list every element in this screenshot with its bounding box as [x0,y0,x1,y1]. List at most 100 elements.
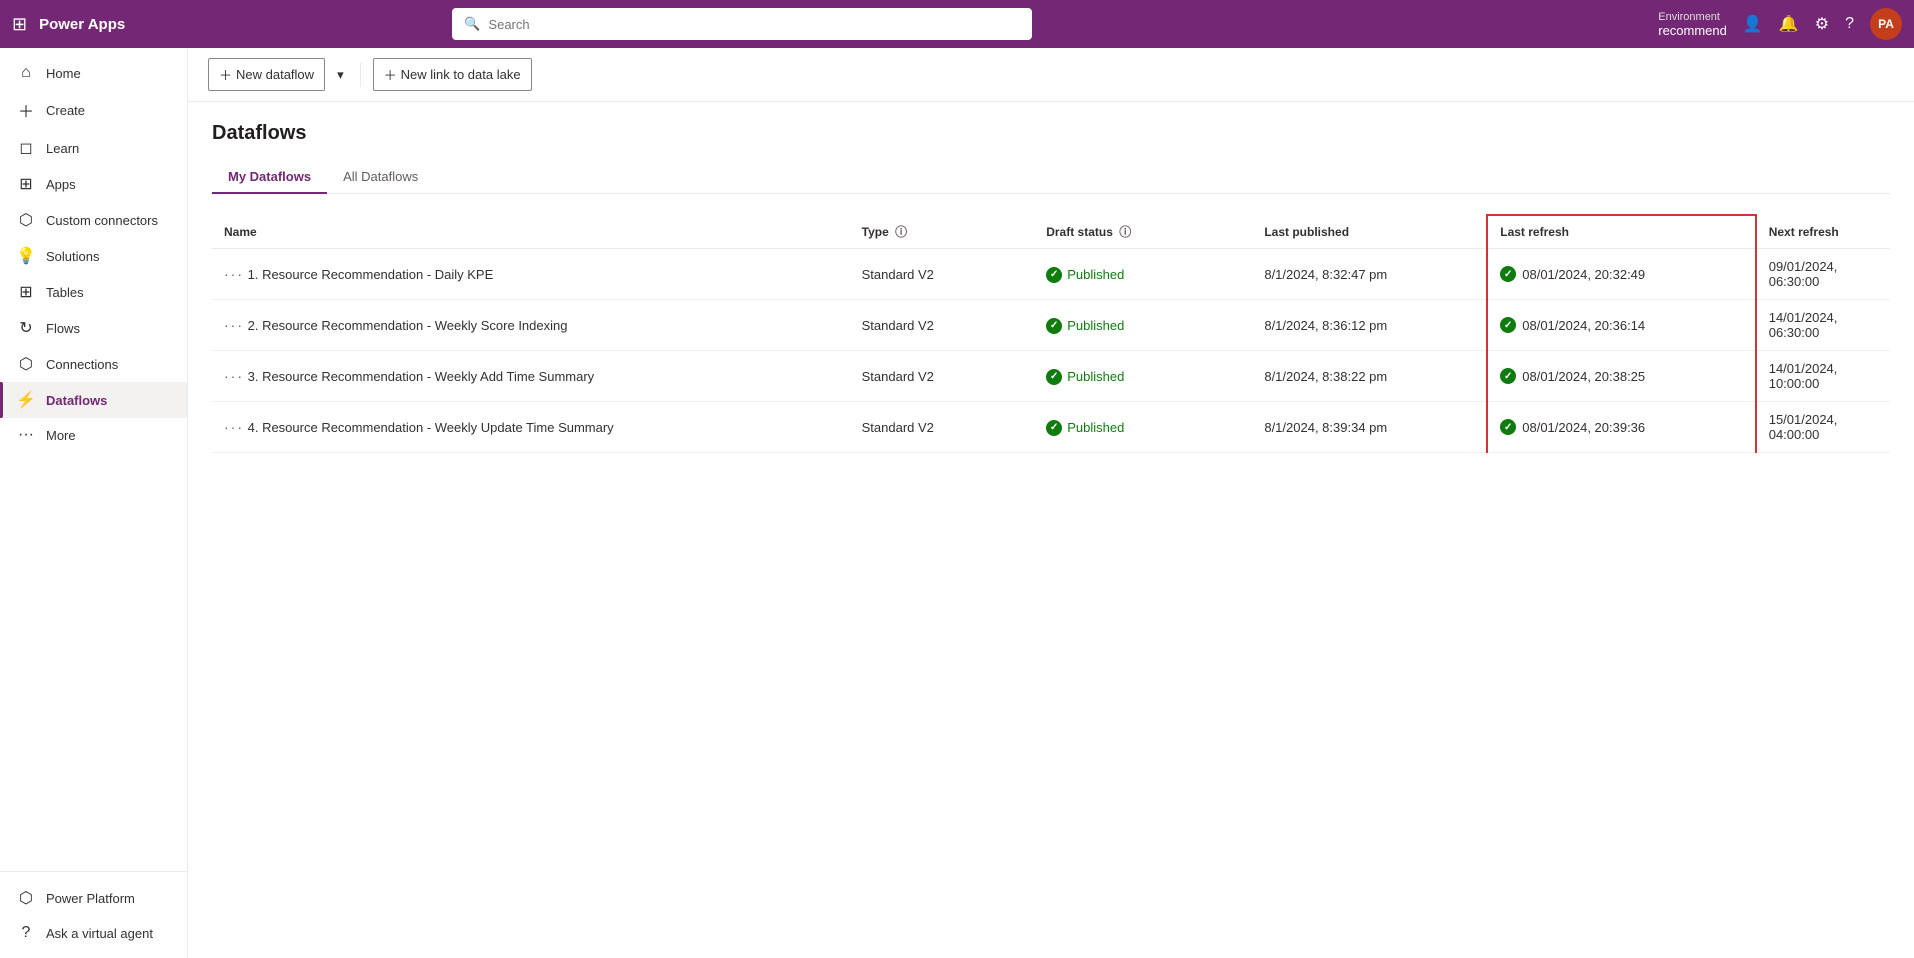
sidebar-label-more: More [46,428,76,443]
create-icon: ＋ [16,98,36,122]
new-dataflow-button[interactable]: ＋ New dataflow [208,58,325,91]
sidebar-label-learn: Learn [46,141,79,156]
table-row: ··· 1. Resource Recommendation - Daily K… [212,249,1890,300]
sidebar-label-tables: Tables [46,285,84,300]
tabs: My Dataflows All Dataflows [212,161,1890,194]
cell-last-published: 8/1/2024, 8:39:34 pm [1252,402,1487,453]
cell-last-refresh: ✓ 08/01/2024, 20:32:49 [1487,249,1755,300]
row-more-button[interactable]: ··· [224,266,244,282]
th-last-refresh: Last refresh [1487,215,1755,249]
cell-last-refresh: ✓ 08/01/2024, 20:39:36 [1487,402,1755,453]
last-refresh-value: ✓ 08/01/2024, 20:36:14 [1500,317,1742,333]
row-more-button[interactable]: ··· [224,419,244,435]
status-icon: ✓ [1046,318,1062,334]
connectors-icon: ⬡ [16,210,36,230]
cell-last-published: 8/1/2024, 8:36:12 pm [1252,300,1487,351]
new-link-label: New link to data lake [401,67,521,82]
cell-next-refresh: 15/01/2024, 04:00:00 [1756,402,1890,453]
avatar[interactable]: PA [1870,8,1902,40]
sidebar-item-custom-connectors[interactable]: ⬡ Custom connectors [0,202,187,238]
sidebar-item-apps[interactable]: ⊞ Apps [0,166,187,202]
cell-last-refresh: ✓ 08/01/2024, 20:38:25 [1487,351,1755,402]
sidebar-label-power-platform: Power Platform [46,891,135,906]
topnav: ⊞ Power Apps 🔍 Environment recommend 👤 🔔… [0,0,1914,48]
app-body: ⌂ Home ＋ Create ◻ Learn ⊞ Apps ⬡ Custom … [0,48,1914,958]
row-more-button[interactable]: ··· [224,368,244,384]
row-more-button[interactable]: ··· [224,317,244,333]
help-icon[interactable]: ? [1845,15,1854,33]
cell-name: ··· 3. Resource Recommendation - Weekly … [212,351,850,402]
search-box[interactable]: 🔍 [452,8,1032,40]
more-icon: ··· [16,426,36,444]
table-row: ··· 4. Resource Recommendation - Weekly … [212,402,1890,453]
cell-draft-status: ✓ Published [1034,300,1252,351]
cell-last-refresh: ✓ 08/01/2024, 20:36:14 [1487,300,1755,351]
sidebar-item-more[interactable]: ··· More [0,418,187,452]
last-refresh-value: ✓ 08/01/2024, 20:32:49 [1500,266,1742,282]
page-title: Dataflows [212,122,1890,145]
cell-draft-status: ✓ Published [1034,249,1252,300]
status-icon: ✓ [1046,267,1062,283]
th-name: Name [212,215,850,249]
tab-all-dataflows[interactable]: All Dataflows [327,161,434,194]
sidebar-label-flows: Flows [46,321,80,336]
refresh-status-icon: ✓ [1500,266,1516,282]
sidebar-item-learn[interactable]: ◻ Learn [0,130,187,166]
table-row: ··· 3. Resource Recommendation - Weekly … [212,351,1890,402]
sidebar-item-home[interactable]: ⌂ Home [0,56,187,90]
environment-info: Environment recommend [1658,11,1727,38]
toolbar-divider [360,63,361,87]
dropdown-button[interactable]: ▾ [333,61,348,89]
status-badge: ✓ Published [1046,267,1124,283]
sidebar-item-ask-agent[interactable]: ? Ask a virtual agent [0,916,187,950]
cell-type: Standard V2 [850,402,1035,453]
sidebar-item-dataflows[interactable]: ⚡ Dataflows [0,382,187,418]
sidebar-label-dataflows: Dataflows [46,393,107,408]
status-icon: ✓ [1046,369,1062,385]
settings-icon[interactable]: ⚙ [1815,14,1829,34]
status-icon: ✓ [1046,420,1062,436]
user-icon[interactable]: 👤 [1743,14,1763,34]
draft-info-icon: ⓘ [1119,225,1131,239]
sidebar-item-create[interactable]: ＋ Create [0,90,187,130]
dataflows-table: Name Type ⓘ Draft status ⓘ Last publishe… [212,214,1890,453]
sidebar-label-create: Create [46,103,85,118]
cell-type: Standard V2 [850,300,1035,351]
environment-label: Environment [1658,11,1727,23]
sidebar-item-power-platform[interactable]: ⬡ Power Platform [0,880,187,916]
sidebar-label-connections: Connections [46,357,118,372]
search-input[interactable] [488,17,1020,32]
page: Dataflows My Dataflows All Dataflows Nam… [188,102,1914,473]
cell-name: ··· 1. Resource Recommendation - Daily K… [212,249,850,300]
cell-next-refresh: 14/01/2024, 06:30:00 [1756,300,1890,351]
plus-icon: ＋ [219,65,232,84]
tab-my-dataflows[interactable]: My Dataflows [212,161,327,194]
new-link-button[interactable]: ＋ New link to data lake [373,58,532,91]
cell-type: Standard V2 [850,351,1035,402]
environment-name: recommend [1658,23,1727,38]
sidebar-item-solutions[interactable]: 💡 Solutions [0,238,187,274]
sidebar-label-solutions: Solutions [46,249,99,264]
status-badge: ✓ Published [1046,318,1124,334]
power-platform-icon: ⬡ [16,888,36,908]
ask-agent-icon: ? [16,924,36,942]
th-next-refresh: Next refresh [1756,215,1890,249]
cell-name: ··· 2. Resource Recommendation - Weekly … [212,300,850,351]
connections-icon: ⬡ [16,354,36,374]
sidebar-label-custom-connectors: Custom connectors [46,213,158,228]
status-badge: ✓ Published [1046,369,1124,385]
flows-icon: ↻ [16,318,36,338]
refresh-status-icon: ✓ [1500,368,1516,384]
apps-icon: ⊞ [16,174,36,194]
sidebar-label-home: Home [46,66,81,81]
tables-icon: ⊞ [16,282,36,302]
status-badge: ✓ Published [1046,420,1124,436]
notification-icon[interactable]: 🔔 [1779,14,1799,34]
sidebar-item-connections[interactable]: ⬡ Connections [0,346,187,382]
home-icon: ⌂ [16,64,36,82]
sidebar-item-tables[interactable]: ⊞ Tables [0,274,187,310]
cell-draft-status: ✓ Published [1034,351,1252,402]
grid-icon[interactable]: ⊞ [12,14,27,35]
sidebar-item-flows[interactable]: ↻ Flows [0,310,187,346]
sidebar-label-ask-agent: Ask a virtual agent [46,926,153,941]
